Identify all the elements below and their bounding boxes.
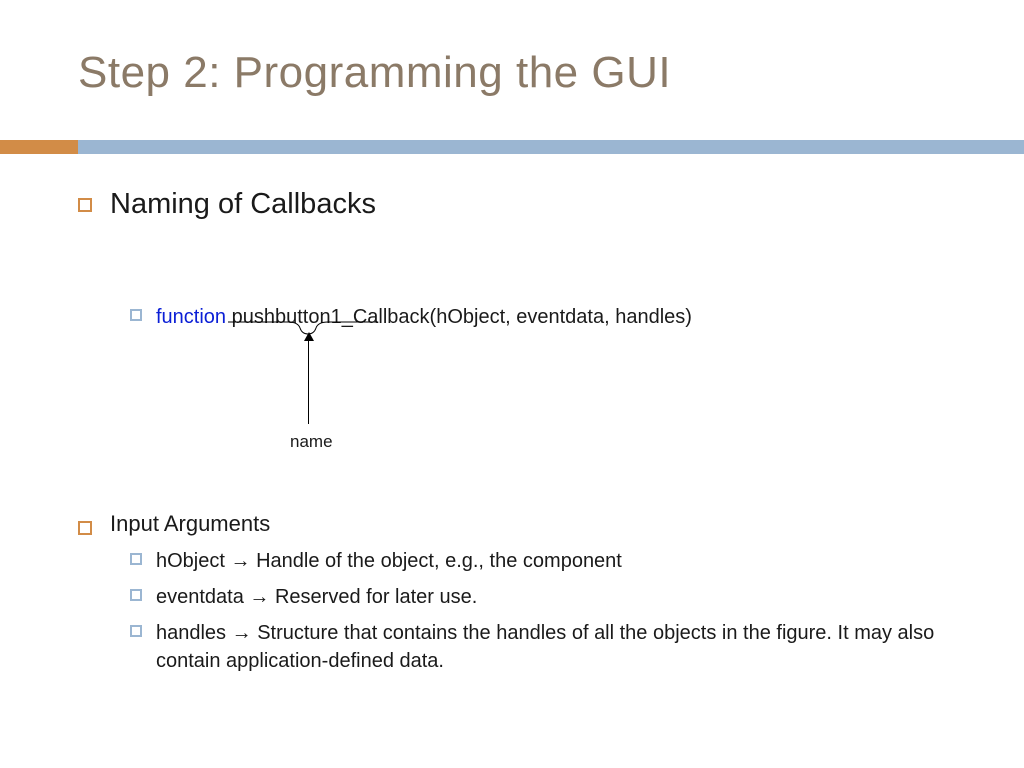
bullet-level2: handles → Structure that contains the ha… bbox=[130, 619, 964, 675]
square-bullet-small-icon bbox=[130, 589, 142, 601]
arg-name: hObject bbox=[156, 550, 225, 572]
arg-item: hObject → Handle of the object, e.g., th… bbox=[156, 547, 622, 575]
section-heading: Naming of Callbacks bbox=[110, 188, 376, 221]
underline-main bbox=[78, 140, 1024, 154]
callout-annotation: name bbox=[228, 320, 428, 470]
slide-content: Naming of Callbacks function pushbutton1… bbox=[78, 188, 964, 675]
section-heading: Input Arguments bbox=[110, 511, 270, 537]
arg-item: eventdata → Reserved for later use. bbox=[156, 583, 477, 611]
square-bullet-small-icon bbox=[130, 625, 142, 637]
code-keyword: function bbox=[156, 306, 226, 328]
arg-name: eventdata bbox=[156, 586, 244, 608]
square-bullet-small-icon bbox=[130, 309, 142, 321]
slide-title: Step 2: Programming the GUI bbox=[78, 48, 671, 98]
arg-desc: Handle of the object, e.g., the componen… bbox=[256, 550, 622, 572]
square-bullet-small-icon bbox=[130, 553, 142, 565]
arg-desc: Structure that contains the handles of a… bbox=[156, 622, 934, 672]
arrow-up-icon bbox=[304, 332, 314, 341]
arrow-shaft bbox=[308, 336, 309, 424]
arg-name: handles bbox=[156, 622, 226, 644]
underline-accent bbox=[0, 140, 78, 154]
bullet-level2: eventdata → Reserved for later use. bbox=[130, 583, 964, 611]
bullet-level1: Input Arguments bbox=[78, 511, 964, 537]
bullet-level1: Naming of Callbacks bbox=[78, 188, 964, 221]
arrow-right-icon: → bbox=[225, 550, 256, 572]
square-bullet-icon bbox=[78, 198, 92, 212]
title-underline bbox=[0, 140, 1024, 154]
arg-item: handles → Structure that contains the ha… bbox=[156, 619, 964, 675]
arrow-right-icon: → bbox=[226, 622, 257, 644]
arrow-right-icon: → bbox=[244, 586, 275, 608]
annotation-label: name bbox=[290, 432, 333, 452]
bullet-level2: hObject → Handle of the object, e.g., th… bbox=[130, 547, 964, 575]
square-bullet-icon bbox=[78, 521, 92, 535]
arg-desc: Reserved for later use. bbox=[275, 586, 477, 608]
